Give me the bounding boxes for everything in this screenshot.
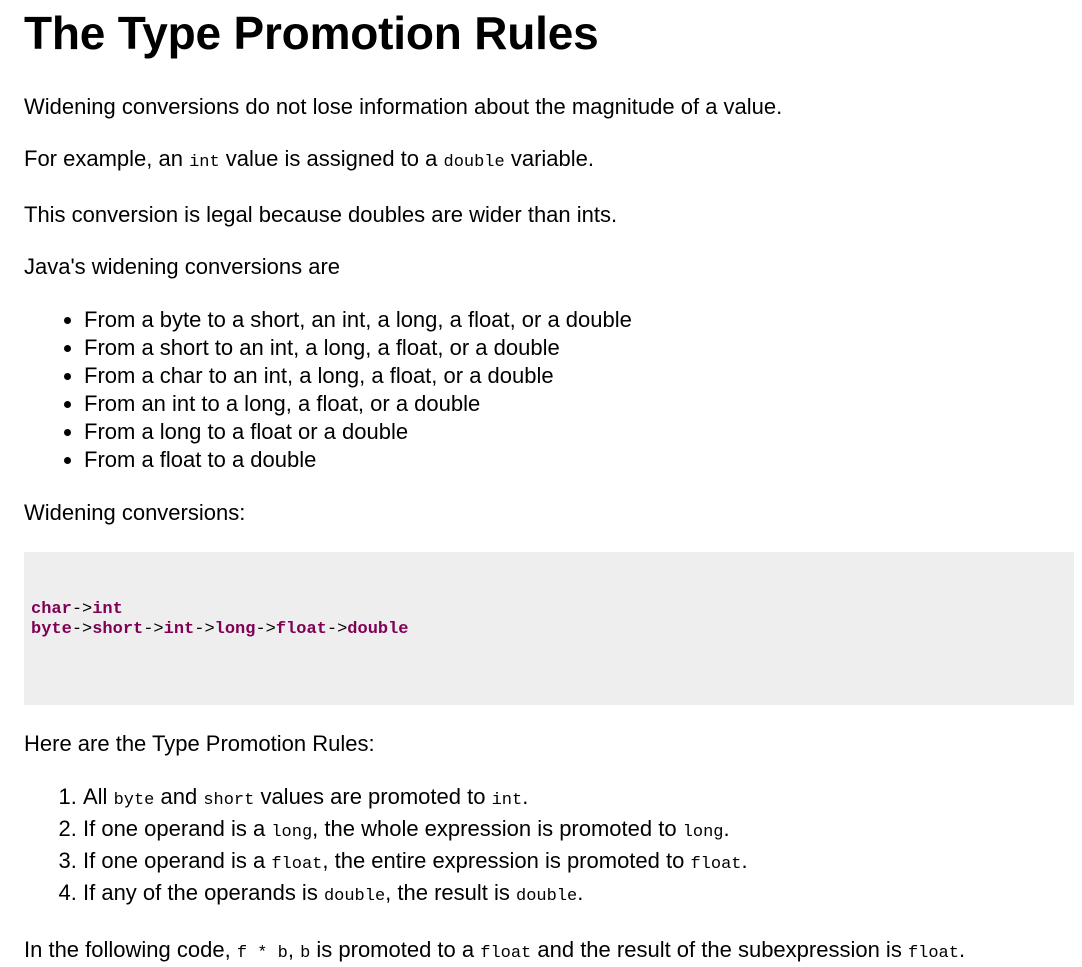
list-item: From a float to a double [84, 446, 1082, 474]
intro-paragraph-3: This conversion is legal because doubles… [24, 202, 618, 227]
inline-code: byte [113, 791, 155, 810]
inline-code: short [203, 791, 255, 810]
list-item: From an int to a long, a float, or a dou… [84, 390, 1082, 418]
intro-paragraph-4: Java's widening conversions are [24, 254, 341, 279]
text: . [958, 937, 966, 962]
page-title: The Type Promotion Rules [24, 7, 599, 59]
text: All [83, 784, 114, 809]
text: If one operand is a [83, 816, 272, 841]
intro-paragraph-1: Widening conversions do not lose informa… [24, 94, 783, 119]
conversions-list: From a byte to a short, an int, a long, … [24, 306, 1082, 474]
inline-code: long [682, 823, 724, 842]
code-keyword: short [92, 620, 144, 639]
article: The Type Promotion Rules Widening conver… [0, 0, 1082, 967]
inline-code: double [323, 887, 386, 906]
code-arrow: -> [194, 620, 215, 639]
text: In the following code, [24, 937, 237, 962]
code-keyword: byte [31, 620, 72, 639]
inline-code: f * b [236, 944, 288, 963]
list-item: From a short to an int, a long, a float,… [84, 334, 1082, 362]
text: and the result of the subexpression is [531, 937, 908, 962]
list-item: From a long to a float or a double [84, 418, 1082, 446]
inline-code: int [189, 153, 220, 172]
text: . [522, 784, 529, 809]
list-item: All byte and short values are promoted t… [83, 783, 1082, 815]
inline-code: float [907, 944, 959, 963]
text: and [154, 784, 204, 809]
code-arrow: -> [326, 620, 348, 639]
final-paragraph: In the following code, f * b, b is promo… [24, 937, 1082, 967]
code-keyword: double [347, 620, 409, 639]
code-keyword: float [275, 620, 327, 639]
inline-code: double [443, 153, 505, 172]
code-arrow: -> [143, 620, 164, 639]
text: , the result is [385, 880, 516, 905]
text: value is assigned to a [219, 146, 444, 171]
code-keyword: int [163, 620, 195, 639]
text: For example, an [24, 146, 190, 171]
code-arrow: -> [71, 620, 93, 639]
code-keyword: int [92, 600, 123, 619]
code-keyword: long [214, 620, 256, 639]
list-item: If any of the operands is double, the re… [83, 879, 1082, 911]
rules-list: All byte and short values are promoted t… [24, 783, 1082, 911]
text: If any of the operands is [83, 880, 324, 905]
inline-code: double [516, 887, 578, 906]
text: values are promoted to [254, 784, 492, 809]
text: variable. [504, 146, 594, 171]
inline-code: float [690, 855, 742, 874]
code-arrow: -> [71, 600, 93, 619]
list-item: From a char to an int, a long, a float, … [84, 362, 1082, 390]
text: is promoted to a [310, 937, 481, 962]
text: , [287, 937, 301, 962]
inline-code: float [480, 944, 532, 963]
text: . [741, 848, 748, 873]
text: If one operand is a [83, 848, 272, 873]
text: , the whole expression is promoted to [312, 816, 683, 841]
inline-code: int [491, 791, 523, 810]
rules-heading: Here are the Type Promotion Rules: [24, 731, 375, 756]
text: . [577, 880, 584, 905]
list-item: If one operand is a float, the entire ex… [83, 847, 1082, 879]
code-keyword: char [31, 600, 72, 619]
text: , the entire expression is promoted to [322, 848, 691, 873]
inline-code: float [271, 855, 323, 874]
list-item: From a byte to a short, an int, a long, … [84, 306, 1082, 334]
code-block: char->int byte->short->int->long->float-… [24, 552, 1074, 705]
inline-code: b [300, 944, 311, 963]
widening-heading: Widening conversions: [24, 500, 246, 525]
list-item: If one operand is a long, the whole expr… [83, 815, 1082, 847]
inline-code: long [271, 823, 313, 842]
intro-paragraph-2: For example, an int value is assigned to… [24, 146, 1082, 176]
code-arrow: -> [255, 620, 276, 639]
text: . [723, 816, 730, 841]
